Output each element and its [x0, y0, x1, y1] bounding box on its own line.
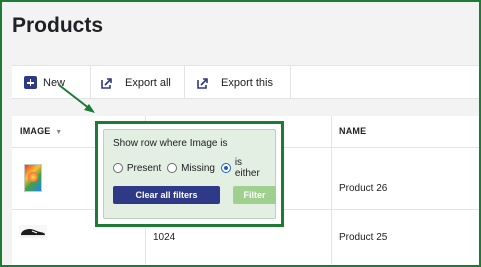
- sneaker-thumbnail: [19, 225, 47, 238]
- export-all-label: Export all: [125, 76, 171, 89]
- toolbar-divider: [290, 66, 291, 99]
- row-name: Product 26: [339, 183, 388, 194]
- sort-indicator-icon[interactable]: ▼: [55, 129, 62, 136]
- export-icon: [197, 77, 208, 89]
- filter-popup-highlight: Show row where Image is Present Missing …: [95, 121, 284, 227]
- new-button-label: New: [43, 76, 66, 89]
- toolbar-divider: [184, 66, 185, 99]
- is-either-radio[interactable]: [221, 163, 231, 173]
- comic-book-thumbnail: [24, 164, 42, 192]
- row-id: 1024: [153, 232, 176, 243]
- present-radio-label[interactable]: Present: [127, 163, 161, 174]
- missing-radio-label[interactable]: Missing: [181, 163, 215, 174]
- toolbar: New Export all Export this: [12, 65, 479, 99]
- clear-all-filters-button[interactable]: Clear all filters: [113, 186, 220, 204]
- column-header-name[interactable]: NAME: [339, 126, 366, 136]
- present-radio[interactable]: [113, 163, 123, 173]
- export-this-label: Export this: [221, 76, 273, 89]
- missing-radio[interactable]: [167, 163, 178, 173]
- screenshot-frame: Products New Export all Export this IMAG…: [0, 0, 481, 267]
- column-header-image[interactable]: IMAGE ▼: [20, 126, 62, 136]
- filter-button[interactable]: Filter: [233, 186, 276, 204]
- export-this-button[interactable]: Export this: [197, 66, 273, 99]
- toolbar-divider: [90, 66, 91, 99]
- export-icon: [101, 77, 112, 89]
- column-header-image-label: IMAGE: [20, 126, 51, 136]
- plus-icon: [24, 76, 37, 89]
- export-all-button[interactable]: Export all: [101, 66, 171, 99]
- filter-popup-title: Show row where Image is: [113, 138, 228, 149]
- filter-popup: Show row where Image is Present Missing …: [103, 129, 276, 219]
- filter-options: Present Missing is either: [113, 157, 275, 179]
- row-name: Product 25: [339, 232, 388, 243]
- new-button[interactable]: New: [24, 66, 65, 99]
- page-title: Products: [12, 14, 104, 37]
- is-either-radio-label[interactable]: is either: [235, 157, 269, 179]
